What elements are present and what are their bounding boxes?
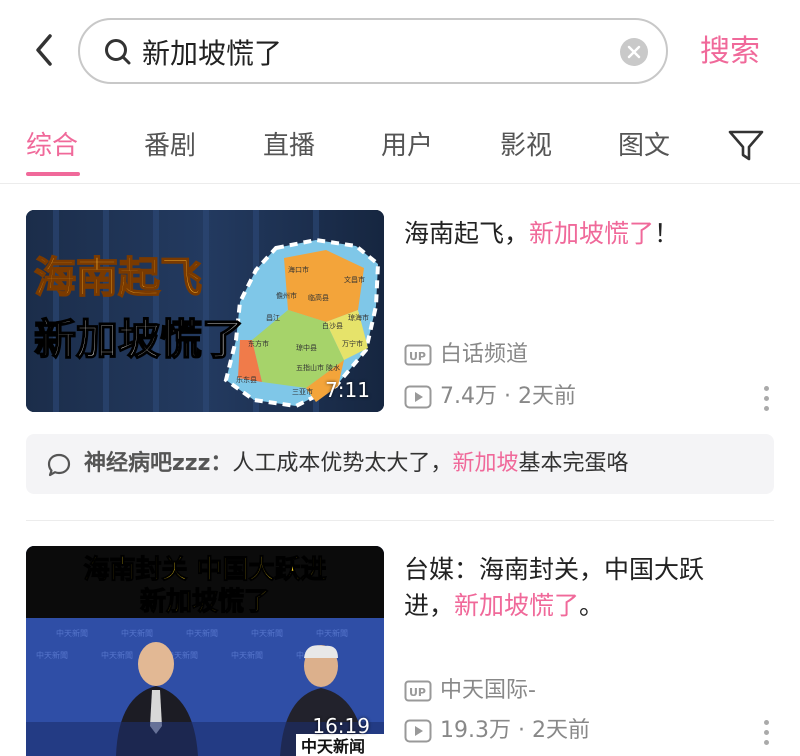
stats-row: 19.3万 · 2天前	[404, 716, 590, 746]
tab-all[interactable]: 综合	[26, 126, 78, 166]
upload-time: 2天前	[532, 718, 590, 743]
top-comment[interactable]: 神经病吧zzz：人工成本优势太大了，新加坡基本完蛋咯	[26, 434, 774, 494]
video-thumbnail[interactable]: 海南封关 中国大跃进 新加坡慌了 中天新聞 中天新聞 中天新聞 中天新聞 中天新聞 …	[26, 546, 384, 756]
svg-text:中天新聞: 中天新聞	[186, 628, 218, 638]
svg-text:中天新聞: 中天新聞	[56, 628, 88, 638]
divider	[26, 520, 774, 521]
video-title[interactable]: 海南起飞，新加坡慌了！	[404, 216, 776, 252]
upload-time: 2天前	[518, 384, 576, 409]
thumbnail-headline: 新加坡慌了	[34, 315, 244, 364]
thumbnail-headline: 海南起飞	[34, 253, 202, 302]
svg-text:中天新聞: 中天新聞	[101, 650, 133, 660]
comment-user: 神经病吧zzz：	[84, 451, 233, 476]
tab-film-tv[interactable]: 影视	[500, 126, 552, 166]
view-count: 19.3万	[440, 718, 511, 743]
map-label: 海口市	[288, 265, 309, 274]
clear-search-button[interactable]	[620, 38, 648, 66]
map-label: 乐东县	[236, 375, 257, 384]
search-box[interactable]	[78, 18, 668, 84]
news-channel-tag: 中天新闻	[301, 737, 365, 756]
up-badge-icon: UP	[404, 344, 432, 366]
back-button[interactable]	[28, 30, 62, 70]
active-tab-indicator	[26, 172, 80, 176]
svg-text:中天新聞: 中天新聞	[231, 650, 263, 660]
search-header: 搜索	[0, 0, 800, 100]
video-thumbnail[interactable]: 海口市 文昌市 琼海市 万宁市 陵水 三亚市 乐东县 东方市 昌江 儋州市 临高…	[26, 210, 384, 412]
more-options-button[interactable]	[758, 386, 774, 412]
search-icon	[105, 39, 131, 65]
thumbnail-headline: 海南封关 中国大跃进	[83, 555, 326, 585]
play-count-icon	[404, 385, 432, 409]
view-count: 7.4万	[440, 384, 497, 409]
svg-text:UP: UP	[409, 686, 426, 699]
tab-users[interactable]: 用户	[381, 126, 433, 166]
map-label: 万宁市	[342, 339, 363, 348]
svg-text:中天新聞: 中天新聞	[121, 628, 153, 638]
comment-bubble-icon	[47, 453, 71, 477]
map-label: 儋州市	[276, 291, 297, 300]
svg-text:中天新聞: 中天新聞	[316, 628, 348, 638]
tab-bangumi[interactable]: 番剧	[144, 126, 196, 166]
tab-articles[interactable]: 图文	[618, 126, 670, 166]
map-label: 琼海市	[348, 313, 369, 322]
svg-text:UP: UP	[409, 350, 426, 363]
close-icon	[627, 45, 641, 59]
search-input[interactable]	[142, 32, 602, 72]
svg-text:中天新聞: 中天新聞	[251, 628, 283, 638]
uploader-row[interactable]: UP 中天国际-	[404, 676, 536, 706]
result-tabs: 综合 番剧 直播 用户 影视 图文	[0, 118, 800, 184]
video-title[interactable]: 台媒：海南封关，中国大跃进，新加坡慌了。	[404, 552, 744, 624]
thumbnail-headline: 新加坡慌了	[140, 586, 270, 617]
play-count-icon	[404, 719, 432, 743]
uploader-name: 白话频道	[440, 342, 529, 367]
map-label: 五指山市	[296, 363, 324, 372]
video-duration: 7:11	[325, 378, 370, 402]
up-badge-icon: UP	[404, 680, 432, 702]
search-submit-button[interactable]: 搜索	[700, 30, 770, 74]
filter-funnel-icon	[728, 130, 764, 161]
more-options-button[interactable]	[758, 720, 774, 746]
map-label: 琼中县	[296, 343, 317, 352]
stats-row: 7.4万 · 2天前	[404, 382, 576, 412]
uploader-name: 中天国际-	[440, 678, 536, 703]
tab-live[interactable]: 直播	[263, 126, 315, 166]
map-label: 三亚市	[292, 387, 313, 396]
map-label: 陵水	[326, 363, 340, 372]
map-label: 昌江	[266, 314, 280, 322]
chevron-left-icon	[36, 34, 52, 66]
video-duration: 16:19	[312, 714, 370, 738]
map-label: 临高县	[308, 293, 329, 302]
uploader-row[interactable]: UP 白话频道	[404, 340, 528, 370]
filter-button[interactable]	[726, 126, 766, 166]
map-label: 白沙县	[322, 321, 343, 330]
map-label: 文昌市	[344, 275, 365, 284]
svg-text:中天新聞: 中天新聞	[36, 650, 68, 660]
map-label: 东方市	[248, 339, 269, 348]
